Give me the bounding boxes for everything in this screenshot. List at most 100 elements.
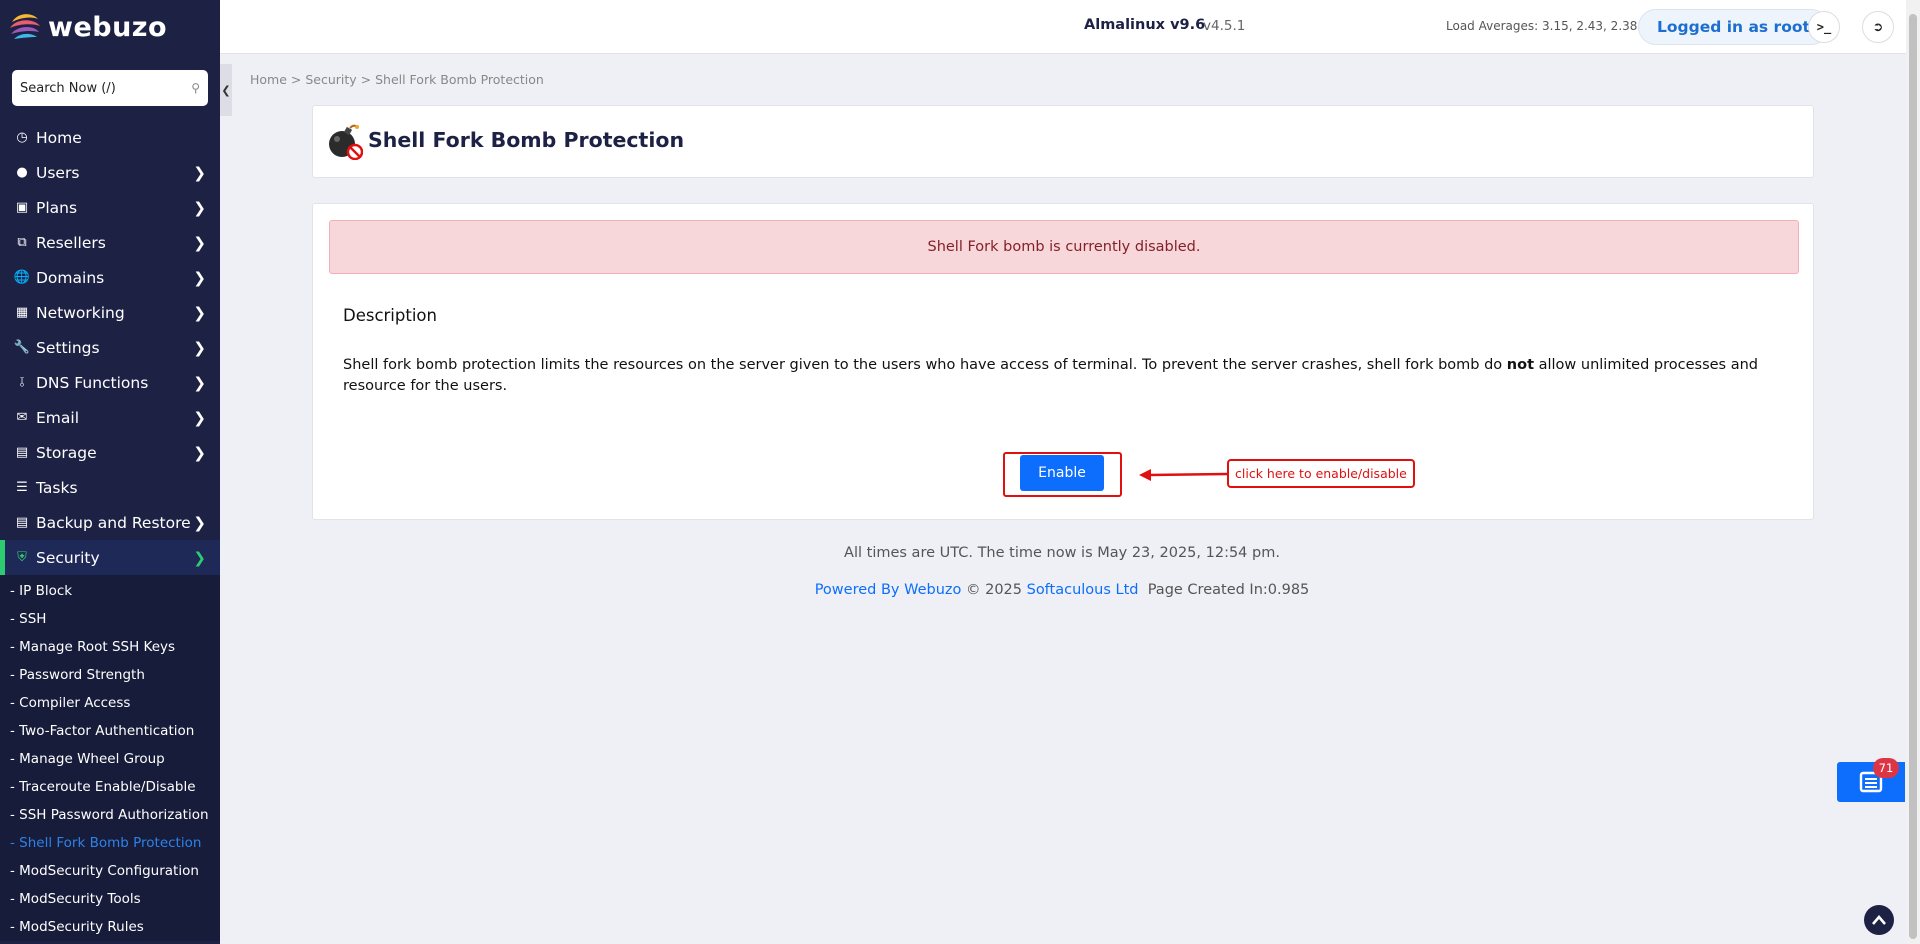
sidebar-item-label: Storage bbox=[36, 443, 97, 462]
sidebar-item-label: Tasks bbox=[36, 478, 78, 497]
submenu-item[interactable]: - Password Strength bbox=[0, 661, 220, 689]
sidebar-item-dns-functions[interactable]: ⫱ DNS Functions ❯ bbox=[0, 365, 220, 400]
sidebar-item-domains[interactable]: 🌐 Domains ❯ bbox=[0, 260, 220, 295]
chevron-right-icon: ❯ bbox=[193, 268, 206, 287]
storage-icon: ▤ bbox=[15, 445, 29, 460]
sidebar-item-label: Email bbox=[36, 408, 80, 427]
sidebar-item-label: Domains bbox=[36, 268, 105, 287]
search-icon[interactable]: ⚲ bbox=[191, 81, 200, 95]
description-text: Shell fork bomb protection limits the re… bbox=[343, 355, 1783, 397]
os-name: Almalinux v9.6 bbox=[1084, 17, 1206, 33]
submenu-item[interactable]: - Manage Wheel Group bbox=[0, 745, 220, 773]
annotation-arrow bbox=[1139, 469, 1227, 481]
collapse-sidebar-button[interactable]: ❮ bbox=[220, 64, 232, 116]
search-input[interactable] bbox=[20, 80, 192, 96]
powered-by-link[interactable]: Powered By Webuzo bbox=[815, 582, 962, 598]
terminal-button[interactable]: >_ bbox=[1808, 11, 1840, 43]
logo-text: webuzo bbox=[48, 11, 168, 43]
page-title-card: Shell Fork Bomb Protection bbox=[312, 105, 1814, 178]
submenu-item[interactable]: - Compiler Access bbox=[0, 689, 220, 717]
user-icon: ● bbox=[16, 165, 28, 180]
backup-icon: ▤ bbox=[15, 515, 29, 530]
chevron-right-icon: ❯ bbox=[193, 233, 206, 252]
chevron-right-icon: ❯ bbox=[193, 373, 206, 392]
softaculous-link[interactable]: Softaculous Ltd bbox=[1027, 582, 1139, 598]
envelope-icon: ✉ bbox=[16, 410, 28, 425]
footer-copyright: © 2025 bbox=[961, 582, 1027, 598]
load-averages: Load Averages: 3.15, 2.43, 2.38 bbox=[1446, 19, 1638, 33]
chevron-right-icon: ❯ bbox=[193, 513, 206, 532]
submenu-item[interactable]: - ModSecurity Configuration bbox=[0, 857, 220, 885]
sidebar-item-plans[interactable]: ▣ Plans ❯ bbox=[0, 190, 220, 225]
sidebar-item-label: Settings bbox=[36, 338, 100, 357]
scrollbar-thumb[interactable] bbox=[1909, 14, 1917, 939]
description-bold: not bbox=[1506, 357, 1534, 373]
sidebar-item-label: Users bbox=[36, 163, 80, 182]
submenu-item[interactable]: - SSH bbox=[0, 605, 220, 633]
submenu-item[interactable]: - ModSecurity Tools bbox=[0, 885, 220, 913]
submenu-item[interactable]: - Manage Root SSH Keys bbox=[0, 633, 220, 661]
chevron-right-icon: ❯ bbox=[193, 198, 206, 217]
page-created: Page Created In:0.985 bbox=[1138, 582, 1310, 598]
search-box: ⚲ bbox=[12, 70, 208, 106]
sidebar-item-users[interactable]: ● Users ❯ bbox=[0, 155, 220, 190]
chevron-up-icon bbox=[1872, 915, 1886, 925]
sidebar-item-backup-and-restore[interactable]: ▤ Backup and Restore ❯ bbox=[0, 505, 220, 540]
submenu-item[interactable]: - Shell Fork Bomb Protection bbox=[0, 829, 220, 857]
submenu-item[interactable]: - ModSecurity Rules bbox=[0, 913, 220, 941]
sidebar-item-settings[interactable]: 🔧 Settings ❯ bbox=[0, 330, 220, 365]
bomb-icon bbox=[329, 124, 363, 160]
webuzo-version: v4.5.1 bbox=[1203, 18, 1246, 34]
footer-time: All times are UTC. The time now is May 2… bbox=[844, 545, 1280, 561]
security-submenu: - IP Block - SSH - Manage Root SSH Keys - P… bbox=[0, 575, 220, 941]
description-heading: Description bbox=[343, 306, 437, 325]
sidebar-item-label: Resellers bbox=[36, 233, 106, 252]
submenu-item[interactable]: - SSH Password Authorization bbox=[0, 801, 220, 829]
sidebar: webuzo ⚲ ◷Home●Users❯▣Plans❯⧉Resellers❯🌐… bbox=[0, 0, 220, 944]
dashboard-icon: ◷ bbox=[16, 130, 28, 145]
submenu-item[interactable]: - Two-Factor Authentication bbox=[0, 717, 220, 745]
status-alert: Shell Fork bomb is currently disabled. bbox=[329, 220, 1799, 274]
sidebar-item-home[interactable]: ◷ Home bbox=[0, 120, 220, 155]
notifications-button[interactable]: 71 bbox=[1837, 758, 1905, 802]
terminal-icon: >_ bbox=[1816, 20, 1832, 34]
sidebar-item-label: Home bbox=[36, 128, 82, 147]
chevron-right-icon: ❯ bbox=[193, 408, 206, 427]
notification-count-badge: 71 bbox=[1873, 758, 1899, 778]
dns-icon: ⫱ bbox=[19, 375, 25, 390]
sidebar-item-tasks[interactable]: ☰ Tasks bbox=[0, 470, 220, 505]
logo[interactable]: webuzo bbox=[0, 0, 220, 54]
page-title: Shell Fork Bomb Protection bbox=[368, 128, 685, 152]
globe-icon: 🌐 bbox=[13, 270, 31, 285]
sidebar-item-networking[interactable]: ▦ Networking ❯ bbox=[0, 295, 220, 330]
network-icon: ▦ bbox=[15, 305, 29, 320]
sidebar-item-resellers[interactable]: ⧉ Resellers ❯ bbox=[0, 225, 220, 260]
webuzo-logo-icon bbox=[10, 14, 40, 39]
wrench-icon: 🔧 bbox=[13, 340, 31, 355]
description-text-part1: Shell fork bomb protection limits the re… bbox=[343, 357, 1507, 373]
enable-button[interactable]: Enable bbox=[1020, 455, 1104, 491]
resellers-icon: ⧉ bbox=[17, 235, 27, 250]
logout-button[interactable]: ➲ bbox=[1862, 11, 1894, 43]
footer-powered: Powered By Webuzo © 2025 Softaculous Ltd… bbox=[0, 582, 1920, 598]
breadcrumb[interactable]: Home > Security > Shell Fork Bomb Protec… bbox=[250, 72, 544, 87]
sidebar-item-label: Networking bbox=[36, 303, 125, 322]
chevron-right-icon: ❯ bbox=[193, 303, 206, 322]
submenu-item[interactable]: - Traceroute Enable/Disable bbox=[0, 773, 220, 801]
logged-in-button[interactable]: Logged in as root bbox=[1638, 9, 1829, 45]
chevron-right-icon: ❯ bbox=[193, 338, 206, 357]
sidebar-item-storage[interactable]: ▤ Storage ❯ bbox=[0, 435, 220, 470]
plans-icon: ▣ bbox=[15, 200, 29, 215]
sidebar-item-label: DNS Functions bbox=[36, 373, 149, 392]
sidebar-item-email[interactable]: ✉ Email ❯ bbox=[0, 400, 220, 435]
sidebar-item-label: Plans bbox=[36, 198, 78, 217]
sidebar-item-label: Backup and Restore bbox=[36, 513, 191, 532]
content-card: Shell Fork bomb is currently disabled. D… bbox=[312, 203, 1814, 520]
tasks-icon: ☰ bbox=[16, 480, 28, 495]
chevron-right-icon: ❯ bbox=[193, 163, 206, 182]
annotation-callout: click here to enable/disable bbox=[1227, 459, 1415, 488]
chevron-right-icon: ❯ bbox=[193, 443, 206, 462]
page-scrollbar[interactable] bbox=[1906, 0, 1920, 944]
sidebar-nav: ◷ Home ● Users ❯ ▣ Plans ❯ ⧉ Resellers ❯ 🌐 Domains ❯ ▦… bbox=[0, 120, 220, 575]
scroll-to-top-button[interactable] bbox=[1864, 905, 1894, 935]
